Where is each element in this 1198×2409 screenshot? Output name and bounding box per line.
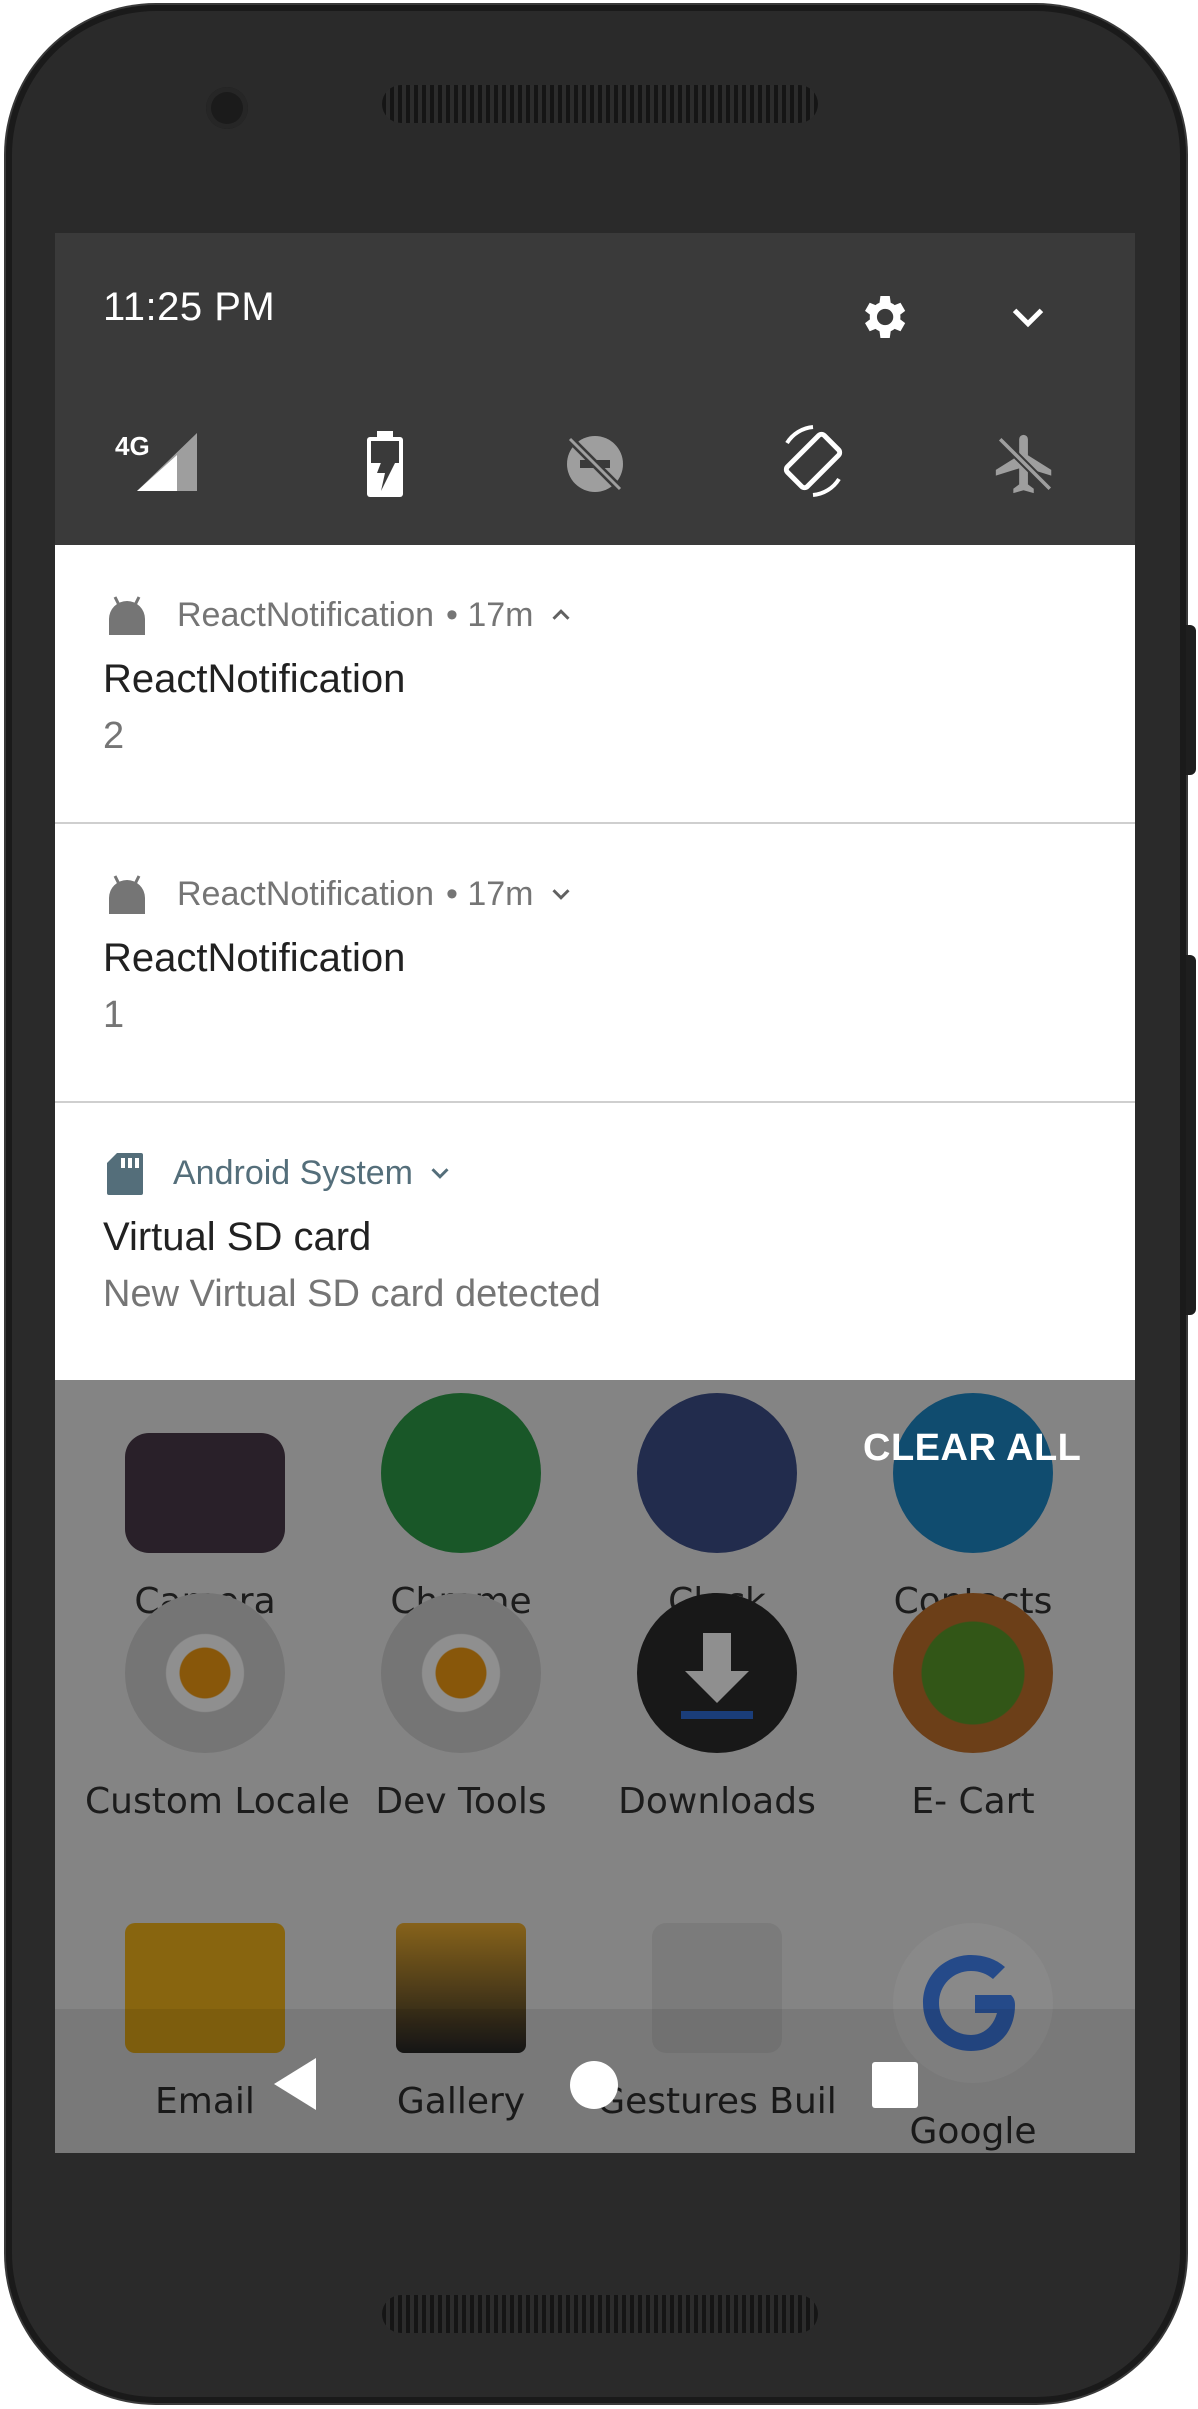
notification-text: 2	[103, 715, 125, 757]
bottom-speaker	[382, 2295, 818, 2333]
network-type-label: 4G	[115, 431, 150, 461]
notification-title: ReactNotification	[103, 657, 406, 701]
top-speaker	[382, 85, 818, 123]
expand-chevron-icon[interactable]	[1005, 295, 1051, 341]
sd-card-icon	[107, 1153, 143, 1195]
quick-settings-panel: 11:25 PM 4G	[55, 233, 1135, 545]
notification-title: ReactNotification	[103, 936, 406, 980]
home-icon[interactable]	[568, 2059, 620, 2111]
android-icon	[109, 875, 145, 914]
battery-saver-icon[interactable]	[355, 429, 415, 499]
chevron-up-icon[interactable]	[546, 600, 576, 630]
notification-card[interactable]: Android System Virtual SD card New Virtu…	[55, 1103, 1135, 1380]
notification-app-name: ReactNotification	[177, 595, 435, 634]
notification-title: Virtual SD card	[103, 1215, 372, 1259]
android-icon	[109, 596, 145, 635]
notification-header: Android System	[103, 1149, 455, 1197]
settings-icon[interactable]	[855, 289, 911, 345]
notification-text: New Virtual SD card detected	[103, 1273, 601, 1315]
clear-all-button[interactable]: CLEAR ALL	[863, 1427, 1081, 1470]
recents-icon[interactable]	[871, 2061, 919, 2109]
notification-header: ReactNotification • 17m	[103, 591, 576, 639]
auto-rotate-icon[interactable]	[773, 421, 853, 501]
notification-app-name: Android System	[173, 1153, 413, 1192]
airplane-mode-icon[interactable]	[990, 429, 1060, 499]
notification-time: • 17m	[446, 874, 534, 913]
front-camera	[206, 87, 248, 129]
notification-time: • 17m	[446, 595, 534, 634]
chevron-down-icon[interactable]	[546, 879, 576, 909]
notification-card[interactable]: ReactNotification • 17m ReactNotificatio…	[55, 824, 1135, 1103]
screen: Camera Chrome Clock Contacts Custom Loca…	[55, 233, 1135, 2153]
notification-app-name: ReactNotification	[177, 874, 435, 913]
volume-button	[1186, 955, 1196, 1315]
back-icon[interactable]	[270, 2056, 320, 2112]
clock-time: 11:25 PM	[103, 285, 276, 329]
chevron-down-icon[interactable]	[425, 1158, 455, 1188]
do-not-disturb-icon[interactable]	[560, 429, 630, 499]
notification-card[interactable]: ReactNotification • 17m ReactNotificatio…	[55, 545, 1135, 824]
power-button	[1186, 625, 1196, 775]
notification-text: 1	[103, 994, 125, 1036]
cellular-signal-icon[interactable]: 4G	[115, 429, 205, 495]
notification-header: ReactNotification • 17m	[103, 870, 576, 918]
